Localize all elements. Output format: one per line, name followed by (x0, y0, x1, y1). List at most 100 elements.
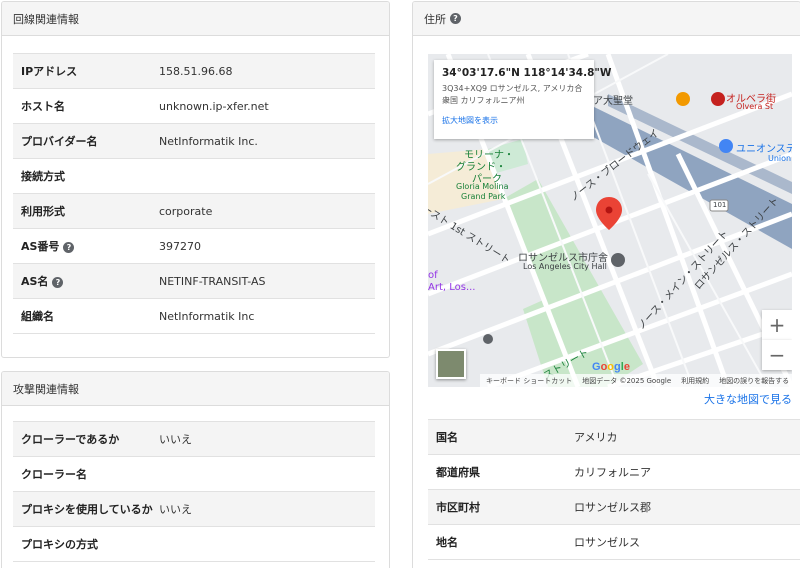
address-row: 国名 アメリカ (428, 419, 800, 455)
map-info-card: 34°03'17.6"N 118°14'34.8"W 3Q34+XQ9 ロサンゼ… (434, 60, 612, 139)
help-icon[interactable]: ? (450, 13, 461, 24)
map-label-of: of (428, 270, 438, 281)
big-map-link[interactable]: 大きな地図で見る (704, 391, 792, 407)
line-info-key: プロバイダー名 (13, 123, 159, 159)
map-coords: 34°03'17.6"N 118°14'34.8"W (442, 67, 612, 79)
line-info-value: NetInformatik Inc. (159, 123, 375, 159)
map-label-hwy: 101 (713, 201, 727, 209)
address-value: ロサンゼルス (574, 524, 800, 560)
attack-info-key-label: プロキシを使用しているか (21, 503, 153, 516)
address-key-label: 都道府県 (436, 466, 480, 479)
line-info-value: corporate (159, 193, 375, 229)
attack-info-key: クローラー名 (13, 456, 159, 492)
map-plus-code: 3Q34+XQ9 ロサンゼルス, アメリカ合衆国 カリフォルニア州 (442, 84, 583, 105)
attack-info-value: いいえ (159, 491, 375, 527)
line-info-value: NetInformatik Inc (159, 298, 375, 334)
map-label-city-hall-en: Los Angeles City Hall (523, 262, 607, 271)
attack-info-value (159, 456, 375, 492)
line-info-key-label: AS名 (21, 275, 49, 288)
page: 回線関連情報 IPアドレス 158.51.96.68 ホスト名 unknown.ip-… (0, 0, 800, 568)
line-info-row: 組織名 NetInformatik Inc (13, 298, 375, 334)
line-info-key-label: AS番号 (21, 240, 60, 253)
address-value: カリフォルニア (574, 454, 800, 490)
attack-info-row: プロキシを使用しているか いいえ (13, 491, 375, 527)
help-icon[interactable]: ? (52, 277, 64, 288)
map-label-cathedral: ア大聖堂 (593, 96, 633, 107)
address-table: 国名 アメリカ都道府県 カリフォルニア市区町村 ロサンゼルス郡地名 ロサンゼルス (428, 419, 800, 560)
attack-info-key-label: クローラーであるか (21, 433, 120, 446)
map[interactable]: ア大聖堂 オルベラ街 Olvera St ユニオンステー Union モリーナ・… (428, 54, 792, 387)
line-info-row: AS番号? 397270 (13, 228, 375, 264)
attack-info-title: 攻撃関連情報 (2, 372, 389, 406)
zoom-out-button[interactable]: − (762, 340, 792, 370)
google-logo: Google (592, 361, 630, 373)
line-info-row: 接続方式 (13, 158, 375, 194)
terms-link[interactable]: 利用規約 (681, 376, 709, 386)
line-info-key: 接続方式 (13, 158, 159, 194)
address-key: 国名 (428, 419, 574, 455)
line-info-value: 397270 (159, 228, 375, 264)
map-label-art: Art, Los... (428, 282, 476, 293)
line-info-value: NETINF-TRANSIT-AS (159, 263, 375, 299)
address-header: 住所 ? (413, 2, 800, 36)
map-data-credit: 地図データ ©2025 Google (582, 376, 672, 385)
address-value: アメリカ (574, 419, 800, 455)
attack-info-row: クローラーであるか いいえ (13, 421, 375, 457)
address-key: 都道府県 (428, 454, 574, 490)
map-label-olvera-en: Olvera St (736, 102, 774, 111)
line-info-title: 回線関連情報 (2, 2, 389, 36)
line-info-key-label: 利用形式 (21, 205, 65, 218)
address-row: 市区町村 ロサンゼルス郡 (428, 489, 800, 525)
address-key: 市区町村 (428, 489, 574, 525)
map-label-union-en: Union (768, 154, 792, 163)
address-key: 地名 (428, 524, 574, 560)
line-info-key: 組織名 (13, 298, 159, 334)
line-info-key: 利用形式 (13, 193, 159, 229)
line-info-key: AS名? (13, 263, 159, 299)
attack-info-value: いいえ (159, 421, 375, 457)
help-icon[interactable]: ? (63, 242, 75, 253)
attack-info-key-label: プロキシの方式 (21, 538, 98, 551)
address-title: 住所 (424, 12, 446, 26)
line-info-key: IPアドレス (13, 53, 159, 89)
line-info-key: ホスト名 (13, 88, 159, 124)
line-info-value: 158.51.96.68 (159, 53, 375, 89)
map-attribution: キーボード ショートカット 地図データ ©2025 Google 利用規約 地図… (480, 374, 792, 387)
attack-info-key: クローラーであるか (13, 421, 159, 457)
satellite-toggle[interactable] (436, 349, 466, 379)
address-panel: 住所 ? ア大聖堂 オルベラ街 Olvera St ユニオンス Union モリ… (412, 1, 800, 568)
keyboard-shortcuts-link[interactable]: キーボード ショートカット (486, 376, 572, 386)
line-info-row: ホスト名 unknown.ip-xfer.net (13, 88, 375, 124)
address-key-label: 国名 (436, 431, 458, 444)
line-info-key-label: 組織名 (21, 310, 54, 323)
line-info-panel: 回線関連情報 IPアドレス 158.51.96.68 ホスト名 unknown.ip-… (1, 1, 390, 358)
line-info-row: 利用形式 corporate (13, 193, 375, 229)
attack-info-panel: 攻撃関連情報 クローラーであるか いいえ クローラー名 プロキシを使用しているか いいえ… (1, 371, 390, 568)
line-info-row: AS名? NETINF-TRANSIT-AS (13, 263, 375, 299)
attack-info-row: クローラー名 (13, 456, 375, 492)
line-info-key: AS番号? (13, 228, 159, 264)
line-info-value (159, 158, 375, 194)
attack-info-table: クローラーであるか いいえ クローラー名 プロキシを使用しているか いいえ プロキシの方式 (13, 421, 375, 562)
line-info-key-label: プロバイダー名 (21, 135, 98, 148)
line-info-value: unknown.ip-xfer.net (159, 88, 375, 124)
report-error-link[interactable]: 地図の誤りを報告する (719, 376, 789, 386)
line-info-row: IPアドレス 158.51.96.68 (13, 53, 375, 89)
attack-info-key: プロキシの方式 (13, 526, 159, 562)
line-info-key-label: IPアドレス (21, 65, 78, 78)
map-label-union: ユニオンステー (736, 144, 792, 155)
attack-info-key: プロキシを使用しているか (13, 491, 159, 527)
attack-info-key-label: クローラー名 (21, 468, 87, 481)
address-row: 地名 ロサンゼルス (428, 524, 800, 560)
address-key-label: 地名 (436, 536, 458, 549)
address-value: ロサンゼルス郡 (574, 489, 800, 525)
line-info-table: IPアドレス 158.51.96.68 ホスト名 unknown.ip-xfer.ne… (13, 53, 375, 334)
larger-map-link[interactable]: 拡大地図を表示 (442, 115, 586, 126)
line-info-row: プロバイダー名 NetInformatik Inc. (13, 123, 375, 159)
zoom-in-button[interactable]: + (762, 310, 792, 340)
address-key-label: 市区町村 (436, 501, 480, 514)
address-row: 都道府県 カリフォルニア (428, 454, 800, 490)
attack-info-row: プロキシの方式 (13, 526, 375, 562)
line-info-key-label: 接続方式 (21, 170, 65, 183)
line-info-key-label: ホスト名 (21, 100, 65, 113)
